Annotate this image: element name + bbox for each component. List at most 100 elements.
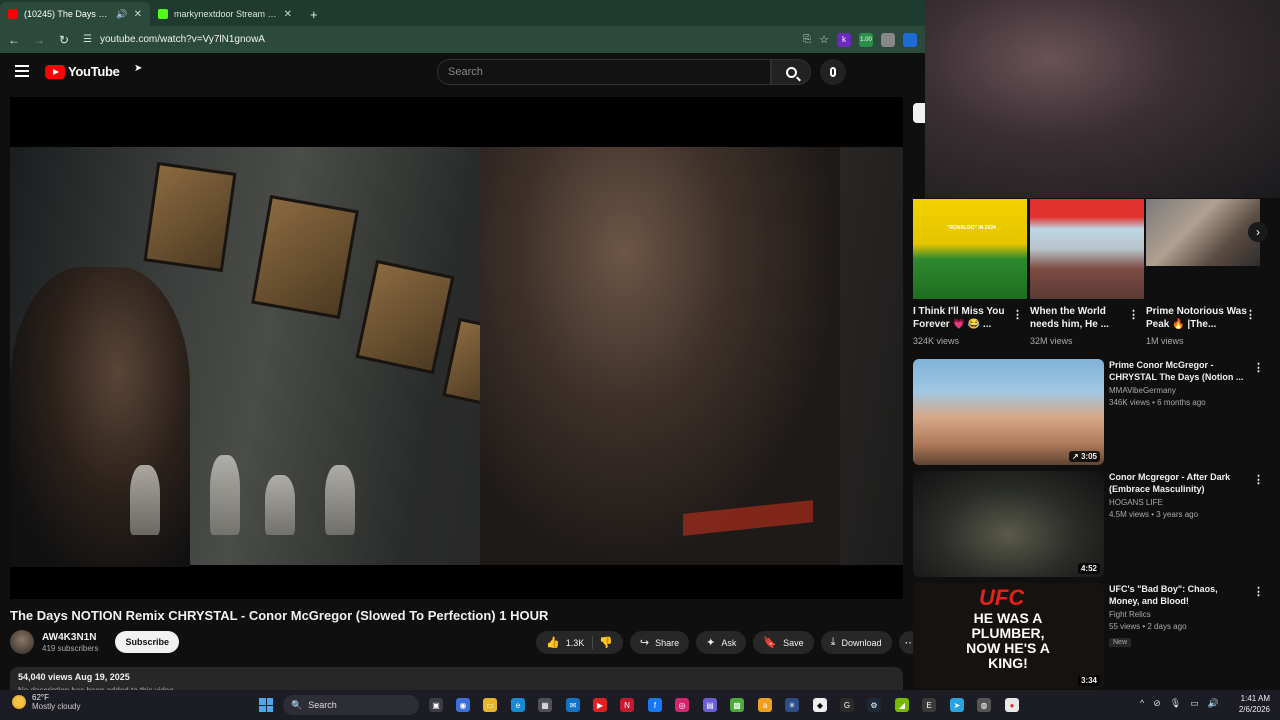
extension-kick-icon[interactable]: k <box>837 32 851 47</box>
tab-kick[interactable]: markynextdoor Stream - Watch ✕ <box>150 2 300 26</box>
recommendation-channel[interactable]: HOGANS LIFE <box>1109 498 1249 507</box>
mic-tray-icon[interactable]: 🎙 <box>1170 698 1181 709</box>
close-tab-icon[interactable]: ✕ <box>134 9 142 20</box>
task-view-icon[interactable]: ▣ <box>429 698 443 712</box>
download-button[interactable]: ⤓ Download <box>820 631 892 654</box>
recommendation-title[interactable]: Prime Conor McGregor - CHRYSTAL The Days… <box>1109 359 1249 383</box>
url-field[interactable]: ☰ youtube.com/watch?v=Vy7lN1gnowA <box>83 30 803 50</box>
chrome-icon[interactable]: ● <box>1005 698 1019 712</box>
extension-generic-icon[interactable] <box>881 32 895 47</box>
app-icon[interactable]: ✳ <box>785 698 799 712</box>
app-icon[interactable]: ▤ <box>703 698 717 712</box>
tray-app-icon[interactable]: ⊘ <box>1153 698 1161 709</box>
taskbar-search-box[interactable]: 🔍 Search <box>283 695 419 715</box>
channel-name[interactable]: AW4K3N1N <box>42 632 98 643</box>
trophy <box>265 475 295 535</box>
copilot-icon[interactable]: ◉ <box>456 698 470 712</box>
forward-icon[interactable]: → <box>28 33 50 47</box>
recommendation-channel[interactable]: MMAVibeGermany <box>1109 386 1249 395</box>
recommendation-menu-icon[interactable]: ⋮ <box>1253 585 1264 598</box>
recommendation-item[interactable]: UFC HE WAS A PLUMBER, NOW HE'S A KING! 3… <box>913 583 1268 691</box>
back-icon[interactable]: ← <box>3 33 25 47</box>
recommendation-menu-icon[interactable]: ⋮ <box>1253 473 1264 486</box>
save-button[interactable]: 🔖 Save <box>753 631 814 654</box>
recommendation-item[interactable]: 4:52 Conor Mcgregor - After Dark (Embrac… <box>913 471 1268 579</box>
app-icon[interactable]: ◍ <box>977 698 991 712</box>
app-icon[interactable]: G <box>840 698 854 712</box>
search-button[interactable] <box>771 59 811 85</box>
video-player[interactable] <box>10 97 903 599</box>
short-menu-icon[interactable]: ⋮ <box>1245 308 1256 321</box>
bookmark-star-icon[interactable]: ☆ <box>819 33 829 46</box>
app-icon[interactable]: ▩ <box>730 698 744 712</box>
steam-icon[interactable]: ⚙ <box>867 698 881 712</box>
store-icon[interactable]: ▦ <box>538 698 552 712</box>
app-icon[interactable]: ◆ <box>813 698 827 712</box>
short-views: 324K views <box>913 336 960 346</box>
url-text: youtube.com/watch?v=Vy7lN1gnowA <box>99 34 265 45</box>
recommendation-thumbnail[interactable]: 4:52 <box>913 471 1104 577</box>
extension-blue-icon[interactable] <box>903 32 917 47</box>
windows-start-icon[interactable] <box>259 698 273 712</box>
short-thumbnail[interactable]: "RONALDO" IN 2024 <box>913 199 1027 299</box>
volume-icon[interactable]: 🔊 <box>1208 698 1219 709</box>
channel-avatar[interactable] <box>10 630 34 654</box>
clock-time: 1:41 AM <box>1240 694 1270 703</box>
hamburger-menu-icon[interactable] <box>15 65 29 77</box>
short-thumbnail[interactable] <box>1146 199 1260 266</box>
amazon-icon[interactable]: a <box>758 698 772 712</box>
search-icon: 🔍 <box>291 699 303 710</box>
voice-search-button[interactable] <box>820 59 846 85</box>
recommendation-channel[interactable]: Fight Relics <box>1109 610 1249 619</box>
download-label: Download <box>841 637 882 648</box>
dislike-button[interactable]: 👎 <box>599 636 613 649</box>
speaker-icon[interactable]: 🔊 <box>116 9 127 20</box>
short-menu-icon[interactable]: ⋮ <box>1012 308 1023 321</box>
short-title[interactable]: Prime Notorious Was Peak 🔥 |The... <box>1146 305 1251 331</box>
like-button[interactable]: 👍 1.3K <box>546 636 594 649</box>
edge-icon[interactable]: e <box>511 698 525 712</box>
short-title[interactable]: I Think I'll Miss You Forever 💗 😂 ... <box>913 305 1018 331</box>
close-tab-icon[interactable]: ✕ <box>284 9 292 20</box>
file-explorer-icon[interactable]: ▭ <box>483 698 497 712</box>
share-button[interactable]: ↪ Share <box>629 631 690 654</box>
search-input[interactable]: Search <box>437 59 771 85</box>
recommendation-item[interactable]: ↗ 3:05 Prime Conor McGregor - CHRYSTAL T… <box>913 359 1268 467</box>
duration-text: 3:05 <box>1080 452 1097 461</box>
shorts-next-arrow-icon[interactable]: › <box>1248 222 1268 242</box>
recommendation-thumbnail[interactable]: UFC HE WAS A PLUMBER, NOW HE'S A KING! 3… <box>913 583 1104 689</box>
site-info-icon[interactable]: ☰ <box>83 34 92 45</box>
new-tab-button[interactable]: + <box>300 7 328 26</box>
ask-button[interactable]: ✦ Ask <box>696 631 747 654</box>
recommendation-thumbnail[interactable]: ↗ 3:05 <box>913 359 1104 465</box>
taskbar-clock[interactable]: 1:41 AM 2/6/2026 <box>1232 693 1270 715</box>
short-menu-icon[interactable]: ⋮ <box>1128 308 1139 321</box>
filter-chip[interactable] <box>913 103 925 123</box>
recommendation-title[interactable]: UFC's "Bad Boy": Chaos, Money, and Blood… <box>1109 583 1249 607</box>
tab-youtube[interactable]: (10245) The Days NOTION R 🔊 ✕ <box>0 2 150 26</box>
network-icon[interactable]: ▭ <box>1190 698 1199 709</box>
netflix-icon[interactable]: N <box>620 698 634 712</box>
nvidia-icon[interactable]: ◢ <box>895 698 909 712</box>
video-duration: ↗ 3:05 <box>1069 451 1100 462</box>
install-app-icon[interactable]: ⎘ <box>803 34 811 45</box>
telegram-icon[interactable]: ➤ <box>950 698 964 712</box>
extension-speed-icon[interactable]: 1.00 <box>859 32 873 47</box>
instagram-icon[interactable]: ◎ <box>675 698 689 712</box>
tray-chevron-icon[interactable]: ^ <box>1140 698 1144 709</box>
epic-games-icon[interactable]: E <box>922 698 936 712</box>
recommendation-title[interactable]: Conor Mcgregor - After Dark (Embrace Mas… <box>1109 471 1249 495</box>
recommendation-menu-icon[interactable]: ⋮ <box>1253 361 1264 374</box>
windows-taskbar: 62°F Mostly cloudy 🔍 Search ▣ ◉ ▭ e ▦ ✉ … <box>0 690 1280 720</box>
short-title[interactable]: When the World needs him, He ... <box>1030 305 1135 331</box>
youtube-logo[interactable]: YouTube <box>45 64 120 79</box>
outlook-icon[interactable]: ✉ <box>566 698 580 712</box>
system-tray: ^ ⊘ 🎙 ▭ 🔊 <box>1140 698 1219 709</box>
facebook-icon[interactable]: f <box>648 698 662 712</box>
youtube-app-icon[interactable]: ▶ <box>593 698 607 712</box>
reload-icon[interactable]: ↻ <box>53 33 75 47</box>
weather-widget[interactable]: 62°F Mostly cloudy <box>12 693 80 711</box>
subscribe-button[interactable]: Subscribe <box>115 631 179 653</box>
short-thumbnail[interactable] <box>1030 199 1144 299</box>
thumb-caption: "RONALDO" IN 2024 <box>947 225 996 231</box>
